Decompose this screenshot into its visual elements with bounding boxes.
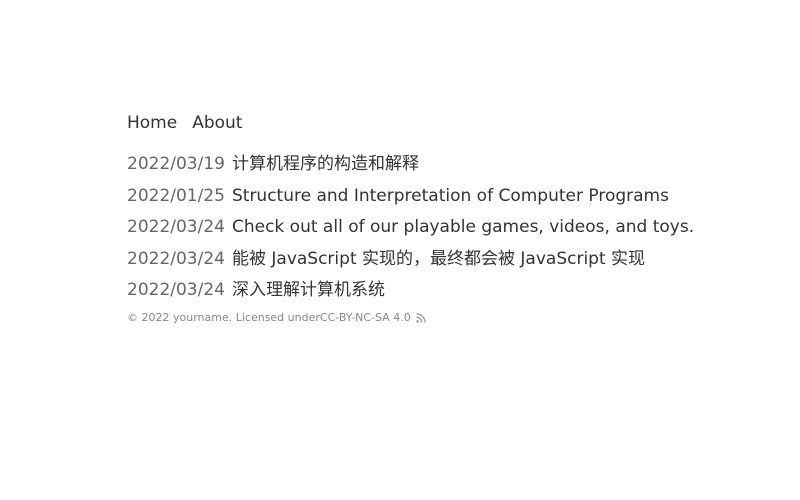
post-title-link[interactable]: 能被 JavaScript 实现的，最终都会被 JavaScript 实现 <box>232 248 645 270</box>
post-title-link[interactable]: 深入理解计算机系统 <box>232 279 385 301</box>
post-list: 2022/03/19 计算机程序的构造和解释 2022/01/25 Struct… <box>127 153 747 301</box>
rss-link[interactable] <box>411 312 426 323</box>
page-container: Home About 2022/03/19 计算机程序的构造和解释 2022/0… <box>127 112 747 325</box>
post-date: 2022/01/25 <box>127 185 225 206</box>
post-date: 2022/03/24 <box>127 248 225 269</box>
post-title-link[interactable]: 计算机程序的构造和解释 <box>232 153 419 175</box>
post-item: 2022/01/25 Structure and Interpretation … <box>127 185 747 207</box>
nav-home-link[interactable]: Home <box>127 112 177 134</box>
license-link[interactable]: CC-BY-NC-SA 4.0 <box>320 311 411 325</box>
main-nav: Home About <box>127 112 747 134</box>
post-title-link[interactable]: Check out all of our playable games, vid… <box>232 216 694 238</box>
post-date: 2022/03/24 <box>127 217 225 237</box>
site-footer: © 2022 yourname. Licensed under CC-BY-NC… <box>127 311 747 325</box>
post-item: 2022/03/24 深入理解计算机系统 <box>127 279 747 301</box>
post-item: 2022/03/24 Check out all of our playable… <box>127 216 747 238</box>
rss-icon <box>416 312 426 323</box>
post-item: 2022/03/24 能被 JavaScript 实现的，最终都会被 JavaS… <box>127 248 747 270</box>
post-date: 2022/03/19 <box>127 154 225 174</box>
post-title-link[interactable]: Structure and Interpretation of Computer… <box>232 185 669 207</box>
post-item: 2022/03/19 计算机程序的构造和解释 <box>127 153 747 175</box>
post-date: 2022/03/24 <box>127 280 225 300</box>
nav-about-link[interactable]: About <box>192 112 242 134</box>
footer-copyright: © 2022 yourname. Licensed under <box>127 310 320 324</box>
